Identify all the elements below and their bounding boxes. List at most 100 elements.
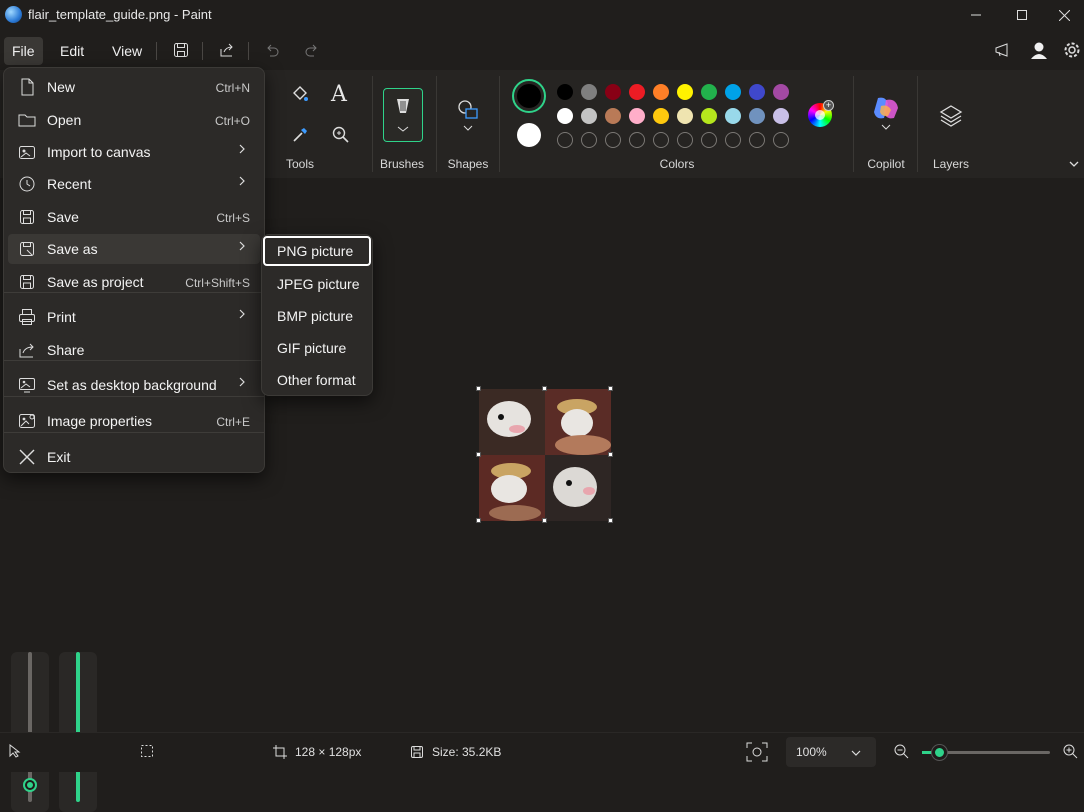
color-swatch[interactable] [725, 108, 741, 124]
file-menu-item[interactable]: Exit [8, 442, 260, 472]
minimize-button[interactable] [953, 0, 999, 30]
zoom-slider-thumb[interactable] [932, 745, 947, 760]
color-swatch[interactable] [677, 84, 693, 100]
zoom-select[interactable]: 100% [786, 737, 876, 767]
plus-icon: + [823, 100, 834, 111]
divider [248, 42, 249, 60]
color-swatch[interactable] [773, 108, 789, 124]
redo-button[interactable] [298, 38, 326, 62]
edit-colors-button[interactable]: + [808, 100, 834, 127]
layers-button[interactable] [939, 104, 963, 133]
fit-to-window-button[interactable] [746, 742, 768, 765]
color-swatch[interactable] [677, 108, 693, 124]
opossum-image [479, 389, 611, 521]
save-as-png[interactable]: PNG picture [263, 236, 371, 266]
empty-color-slot[interactable] [629, 132, 645, 148]
color-swatch[interactable] [557, 108, 573, 124]
feedback-button[interactable] [989, 38, 1017, 62]
maximize-button[interactable] [999, 0, 1045, 30]
file-menu-item[interactable]: Open Ctrl+O [8, 105, 260, 135]
menu-file[interactable]: File [4, 37, 43, 65]
primary-color-button[interactable] [512, 79, 546, 113]
save-as-gif[interactable]: GIF picture [263, 333, 371, 363]
gear-icon [1064, 42, 1080, 58]
empty-color-slot[interactable] [749, 132, 765, 148]
color-swatch[interactable] [605, 84, 621, 100]
resize-handle[interactable] [608, 386, 613, 391]
empty-color-slot[interactable] [605, 132, 621, 148]
menu-edit[interactable]: Edit [52, 37, 92, 65]
share-button[interactable] [213, 38, 241, 62]
empty-color-slot[interactable] [677, 132, 693, 148]
color-swatch[interactable] [557, 84, 573, 100]
account-button[interactable] [1025, 38, 1053, 62]
empty-color-slot[interactable] [581, 132, 597, 148]
save-as-jpeg[interactable]: JPEG picture [263, 269, 371, 299]
fill-tool[interactable] [290, 84, 310, 109]
save-as-other-format[interactable]: Other format [263, 365, 371, 395]
chevron-right-icon [238, 175, 246, 190]
redo-icon [305, 44, 317, 57]
magnifier-tool[interactable] [331, 125, 351, 150]
resize-handle[interactable] [476, 452, 481, 457]
menu-view[interactable]: View [104, 37, 150, 65]
chevron-down-icon [851, 750, 861, 756]
resize-handle[interactable] [608, 518, 613, 523]
close-window-button[interactable] [1044, 0, 1084, 30]
color-swatch[interactable] [581, 84, 597, 100]
file-menu-item[interactable]: Save as [8, 234, 260, 264]
file-size-text: Size: 35.2KB [432, 745, 502, 759]
resize-handle[interactable] [476, 386, 481, 391]
shapes-button[interactable] [455, 98, 483, 143]
color-swatch[interactable] [725, 84, 741, 100]
desktop-icon [18, 376, 36, 394]
zoom-icon [332, 126, 349, 143]
file-menu-item[interactable]: Import to canvas [8, 137, 260, 167]
copilot-button[interactable] [872, 96, 900, 141]
empty-color-slot[interactable] [725, 132, 741, 148]
color-swatch[interactable] [605, 108, 621, 124]
color-picker-tool[interactable] [290, 125, 310, 150]
file-menu-item[interactable]: Recent [8, 169, 260, 199]
color-swatch[interactable] [581, 108, 597, 124]
color-swatch[interactable] [749, 108, 765, 124]
close-icon [18, 448, 36, 466]
file-menu-item[interactable]: Save Ctrl+S [8, 202, 260, 232]
shapes-label: Shapes [447, 157, 489, 171]
text-tool[interactable]: A [331, 82, 347, 107]
empty-color-slot[interactable] [557, 132, 573, 148]
chevron-right-icon [238, 240, 246, 255]
empty-color-slot[interactable] [701, 132, 717, 148]
divider [202, 42, 203, 60]
color-swatch[interactable] [629, 84, 645, 100]
color-swatch[interactable] [701, 84, 717, 100]
canvas-image[interactable] [479, 389, 611, 521]
save-button[interactable] [167, 38, 195, 62]
color-swatch[interactable] [653, 84, 669, 100]
canvas-size-icon [273, 745, 287, 759]
color-swatch[interactable] [749, 84, 765, 100]
save-as-bmp[interactable]: BMP picture [263, 301, 371, 331]
resize-handle[interactable] [542, 386, 547, 391]
color-swatch[interactable] [773, 84, 789, 100]
settings-button[interactable] [1058, 38, 1084, 62]
undo-button[interactable] [258, 38, 286, 62]
zoom-in-button[interactable] [1062, 743, 1078, 762]
color-swatch[interactable] [701, 108, 717, 124]
color-swatch[interactable] [629, 108, 645, 124]
resize-handle[interactable] [476, 518, 481, 523]
empty-color-slot[interactable] [653, 132, 669, 148]
menu-separator [4, 432, 264, 433]
brush-opacity-track[interactable] [76, 652, 80, 802]
file-menu-item[interactable]: New Ctrl+N [8, 72, 260, 102]
brushes-button[interactable] [383, 88, 423, 142]
menu-separator [4, 396, 264, 397]
expand-ribbon-button[interactable] [1068, 157, 1080, 175]
secondary-color-button[interactable] [517, 123, 541, 147]
zoom-out-button[interactable] [893, 743, 909, 762]
empty-color-slot[interactable] [773, 132, 789, 148]
resize-handle[interactable] [608, 452, 613, 457]
file-menu-item[interactable]: Print [8, 302, 260, 332]
resize-handle[interactable] [542, 518, 547, 523]
color-swatch[interactable] [653, 108, 669, 124]
